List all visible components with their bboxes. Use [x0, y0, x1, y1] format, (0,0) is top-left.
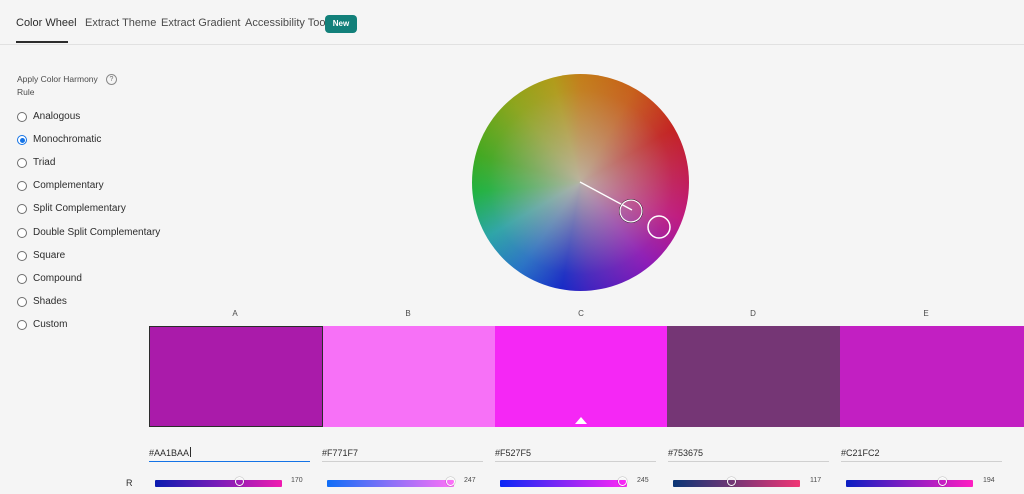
hex-input-b[interactable]: #F771F7 [322, 446, 483, 462]
question-icon[interactable]: ? [106, 74, 117, 85]
slider-thumb-b[interactable] [445, 477, 455, 486]
active-tab-indicator [16, 41, 68, 43]
swatch-label-b: B [405, 309, 411, 318]
radio-button[interactable] [17, 135, 27, 146]
red-slider-e[interactable] [846, 477, 973, 487]
new-badge: New [325, 15, 357, 33]
radio-button[interactable] [17, 158, 27, 169]
radio-button[interactable] [17, 181, 27, 192]
red-value-d: 117 [810, 477, 822, 484]
radio-button[interactable] [17, 273, 27, 284]
tab-extract-theme[interactable]: Extract Theme [85, 17, 156, 29]
swatch-label-d: D [750, 309, 756, 318]
swatch-label-e: E [923, 309, 929, 318]
hex-input-c[interactable]: #F527F5 [495, 446, 656, 462]
harmony-option-label: Monochromatic [33, 134, 102, 146]
harmony-option-label: Analogous [33, 111, 81, 122]
red-value-a: 170 [291, 477, 303, 484]
tab-accessibility-tools[interactable]: Accessibility Tools [245, 17, 333, 29]
hex-value-d: #753675 [668, 448, 704, 458]
base-color-caret-icon [575, 417, 587, 424]
slider-thumb-a[interactable] [235, 477, 245, 486]
red-slider-c[interactable] [500, 477, 627, 487]
swatch-label-c: C [578, 309, 584, 318]
tab-extract-gradient[interactable]: Extract Gradient [161, 17, 240, 29]
swatch-label-a: A [232, 309, 238, 318]
radio-button[interactable] [17, 296, 27, 307]
hex-value-e: #C21FC2 [841, 448, 880, 458]
radio-button[interactable] [17, 250, 27, 261]
base-color-line [579, 181, 633, 211]
hex-input-a[interactable]: #AA1BAA [149, 446, 310, 462]
harmony-option-label: Complementary [33, 180, 104, 192]
slider-thumb-d[interactable] [726, 477, 736, 486]
slider-thumb-c[interactable] [617, 477, 627, 486]
harmony-option-label: Square [33, 249, 66, 261]
hex-value-a: #AA1BAA [149, 448, 190, 458]
slider-thumb-e[interactable] [938, 477, 948, 486]
base-color-handle[interactable] [647, 215, 671, 239]
tab-color-wheel[interactable]: Color Wheel [16, 17, 77, 29]
color-wheel-handles [579, 181, 671, 239]
color-swatch-d[interactable] [667, 326, 840, 427]
hex-input-e[interactable]: #C21FC2 [841, 446, 1002, 462]
color-swatch-b[interactable] [323, 326, 495, 427]
radio-button[interactable] [17, 112, 27, 122]
red-slider-d[interactable] [673, 477, 800, 487]
channel-label-r: R [126, 478, 133, 488]
color-handle-outline [618, 198, 644, 224]
harmony-rule-heading: Apply Color Harmony Rule [17, 74, 98, 97]
red-slider-b[interactable] [327, 477, 455, 487]
color-swatch-a[interactable] [149, 326, 323, 427]
color-swatch-e[interactable] [840, 326, 1024, 427]
color-handle[interactable] [619, 199, 643, 223]
radio-button[interactable] [17, 227, 27, 238]
hex-input-d[interactable]: #753675 [668, 446, 829, 462]
red-value-c: 245 [637, 477, 649, 484]
red-value-b: 247 [464, 477, 476, 484]
harmony-option-label: Shades [33, 295, 67, 307]
harmony-option-label: Split Complementary [33, 203, 126, 215]
red-slider-a[interactable] [155, 477, 282, 487]
radio-button[interactable] [17, 204, 27, 215]
harmony-option-label: Double Split Complementary [33, 226, 161, 238]
text-cursor [190, 447, 192, 457]
hex-value-b: #F771F7 [322, 448, 359, 458]
top-tab-bar: Color Wheel Extract Theme Extract Gradie… [0, 0, 1024, 45]
harmony-option-label: Compound [33, 272, 82, 284]
harmony-option-label: Custom [33, 318, 68, 330]
red-value-e: 194 [983, 477, 995, 484]
hex-value-c: #F527F5 [495, 448, 532, 458]
color-swatch-c[interactable] [495, 326, 667, 427]
harmony-option-label: Triad [33, 157, 56, 169]
color-wheel[interactable] [472, 74, 689, 291]
radio-button[interactable] [17, 319, 27, 330]
